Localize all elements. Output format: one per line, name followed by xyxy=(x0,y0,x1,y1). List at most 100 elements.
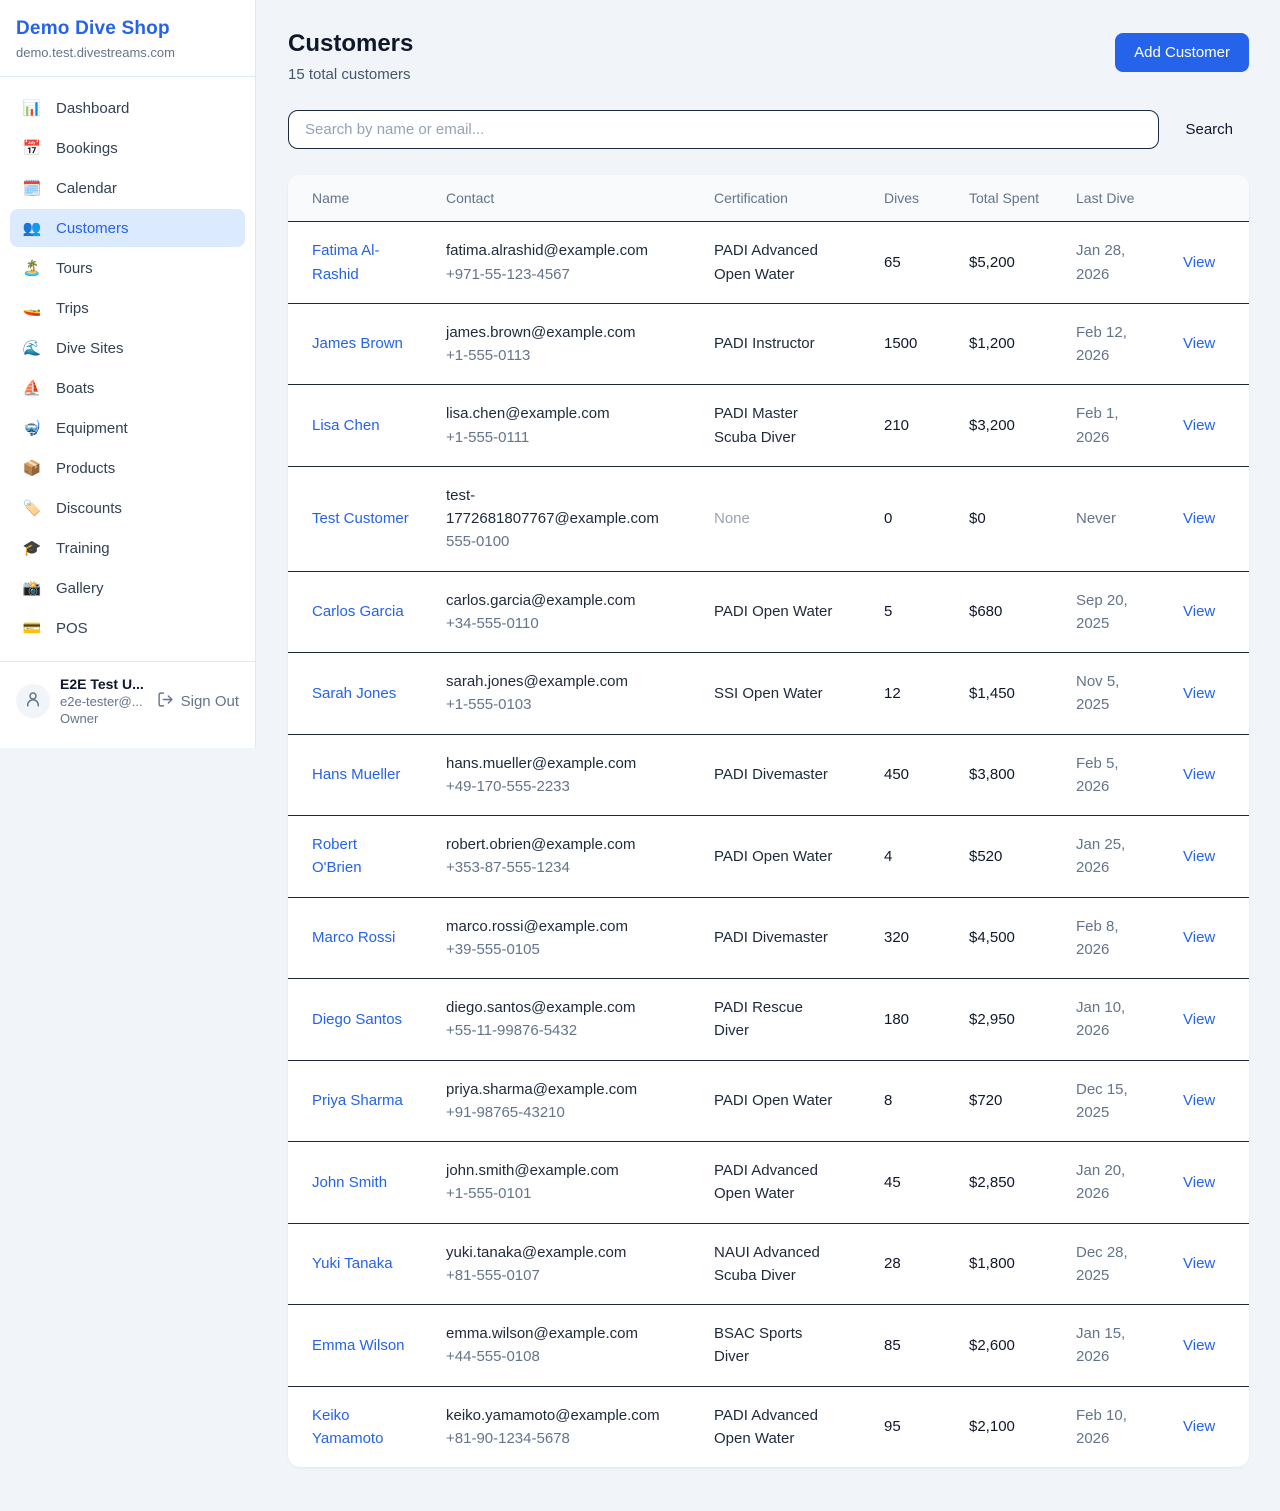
sidebar-item-tours[interactable]: 🏝️ Tours xyxy=(10,249,245,287)
log-out-icon xyxy=(157,691,174,712)
people-icon: 👥 xyxy=(22,219,42,237)
customer-contact: robert.obrien@example.com +353-87-555-12… xyxy=(434,816,702,898)
customer-last-dive: Nov 5, 2025 xyxy=(1064,653,1171,735)
customer-name-link[interactable]: Sarah Jones xyxy=(312,685,396,702)
sidebar-item-equipment[interactable]: 🤿 Equipment xyxy=(10,409,245,447)
credit-card-icon: 💳 xyxy=(22,619,42,637)
customer-phone: 555-0100 xyxy=(446,530,678,553)
customer-email: keiko.yamamoto@example.com xyxy=(446,1404,678,1427)
diving-mask-icon: 🤿 xyxy=(22,419,42,437)
view-link[interactable]: View xyxy=(1183,417,1215,434)
sidebar-item-dashboard[interactable]: 📊 Dashboard xyxy=(10,89,245,127)
sidebar-item-pos[interactable]: 💳 POS xyxy=(10,609,245,647)
customer-name-link[interactable]: Hans Mueller xyxy=(312,766,400,783)
view-link[interactable]: View xyxy=(1183,848,1215,865)
customer-certification: PADI Advanced Open Water xyxy=(702,222,872,304)
customer-email: fatima.alrashid@example.com xyxy=(446,239,678,262)
customer-dives: 8 xyxy=(872,1060,957,1142)
customer-last-dive: Feb 8, 2026 xyxy=(1064,897,1171,979)
customer-last-dive: Dec 28, 2025 xyxy=(1064,1223,1171,1305)
customer-name-link[interactable]: Robert O'Brien xyxy=(312,836,362,876)
table-row: Marco Rossi marco.rossi@example.com +39-… xyxy=(288,897,1249,979)
view-link[interactable]: View xyxy=(1183,1255,1215,1272)
view-link[interactable]: View xyxy=(1183,1418,1215,1435)
view-link[interactable]: View xyxy=(1183,1092,1215,1109)
customer-phone: +1-555-0101 xyxy=(446,1182,678,1205)
customer-name-link[interactable]: Diego Santos xyxy=(312,1011,402,1028)
customer-last-dive: Feb 1, 2026 xyxy=(1064,385,1171,467)
search-button[interactable]: Search xyxy=(1169,113,1249,146)
customer-phone: +81-90-1234-5678 xyxy=(446,1427,678,1450)
page-header: Customers 15 total customers Add Custome… xyxy=(288,30,1249,83)
sidebar-item-label: Discounts xyxy=(56,500,122,517)
customer-certification: PADI Rescue Diver xyxy=(702,979,872,1061)
table-row: Fatima Al-Rashid fatima.alrashid@example… xyxy=(288,222,1249,304)
customer-email: james.brown@example.com xyxy=(446,321,678,344)
sailboat-icon: ⛵ xyxy=(22,379,42,397)
customer-contact: priya.sharma@example.com +91-98765-43210 xyxy=(434,1060,702,1142)
table-row: Hans Mueller hans.mueller@example.com +4… xyxy=(288,734,1249,816)
customer-name-link[interactable]: Lisa Chen xyxy=(312,417,380,434)
customer-total-spent: $3,200 xyxy=(957,385,1064,467)
customer-last-dive: Jan 15, 2026 xyxy=(1064,1305,1171,1387)
customer-email: sarah.jones@example.com xyxy=(446,670,678,693)
calendar-icon: 📅 xyxy=(22,139,42,157)
view-link[interactable]: View xyxy=(1183,335,1215,352)
sidebar-item-bookings[interactable]: 📅 Bookings xyxy=(10,129,245,167)
sign-out-button[interactable]: Sign Out xyxy=(157,691,239,712)
customer-contact: emma.wilson@example.com +44-555-0108 xyxy=(434,1305,702,1387)
customer-name-link[interactable]: Priya Sharma xyxy=(312,1092,403,1109)
sidebar-item-dive-sites[interactable]: 🌊 Dive Sites xyxy=(10,329,245,367)
customer-dives: 65 xyxy=(872,222,957,304)
view-link[interactable]: View xyxy=(1183,929,1215,946)
customer-certification: PADI Advanced Open Water xyxy=(702,1142,872,1224)
customer-name-link[interactable]: Fatima Al-Rashid xyxy=(312,242,380,282)
customer-contact: sarah.jones@example.com +1-555-0103 xyxy=(434,653,702,735)
view-link[interactable]: View xyxy=(1183,254,1215,271)
add-customer-button[interactable]: Add Customer xyxy=(1115,33,1249,72)
search-input[interactable] xyxy=(288,110,1159,149)
customer-last-dive: Feb 10, 2026 xyxy=(1064,1386,1171,1467)
customer-phone: +1-555-0111 xyxy=(446,426,678,449)
view-link[interactable]: View xyxy=(1183,603,1215,620)
sidebar-item-products[interactable]: 📦 Products xyxy=(10,449,245,487)
camera-icon: 📸 xyxy=(22,579,42,597)
customer-name-link[interactable]: John Smith xyxy=(312,1174,387,1191)
customers-table: Name Contact Certification Dives Total S… xyxy=(288,175,1249,1467)
customer-name-link[interactable]: Carlos Garcia xyxy=(312,603,404,620)
customer-name-link[interactable]: Emma Wilson xyxy=(312,1337,405,1354)
customer-name-link[interactable]: James Brown xyxy=(312,335,403,352)
sidebar-item-trips[interactable]: 🚤 Trips xyxy=(10,289,245,327)
sidebar-item-gallery[interactable]: 📸 Gallery xyxy=(10,569,245,607)
table-body: Fatima Al-Rashid fatima.alrashid@example… xyxy=(288,222,1249,1467)
sidebar-item-label: Boats xyxy=(56,380,94,397)
customer-name-link[interactable]: Test Customer xyxy=(312,510,409,527)
customer-name-link[interactable]: Yuki Tanaka xyxy=(312,1255,393,1272)
sidebar-item-label: Equipment xyxy=(56,420,128,437)
customer-last-dive: Never xyxy=(1064,466,1171,571)
customer-total-spent: $3,800 xyxy=(957,734,1064,816)
sidebar-item-calendar[interactable]: 🗓️ Calendar xyxy=(10,169,245,207)
view-link[interactable]: View xyxy=(1183,766,1215,783)
view-link[interactable]: View xyxy=(1183,1011,1215,1028)
view-link[interactable]: View xyxy=(1183,1337,1215,1354)
customer-name-link[interactable]: Keiko Yamamoto xyxy=(312,1407,383,1447)
view-link[interactable]: View xyxy=(1183,1174,1215,1191)
customer-certification: PADI Master Scuba Diver xyxy=(702,385,872,467)
sidebar-item-customers[interactable]: 👥 Customers xyxy=(10,209,245,247)
customer-name-link[interactable]: Marco Rossi xyxy=(312,929,395,946)
sidebar-item-discounts[interactable]: 🏷️ Discounts xyxy=(10,489,245,527)
sidebar-item-label: POS xyxy=(56,620,88,637)
column-header-total-spent: Total Spent xyxy=(957,175,1064,222)
sidebar-item-label: Dashboard xyxy=(56,100,129,117)
bar-chart-icon: 📊 xyxy=(22,99,42,117)
view-link[interactable]: View xyxy=(1183,510,1215,527)
view-link[interactable]: View xyxy=(1183,685,1215,702)
customer-email: hans.mueller@example.com xyxy=(446,752,678,775)
customer-total-spent: $1,200 xyxy=(957,303,1064,385)
customer-last-dive: Jan 28, 2026 xyxy=(1064,222,1171,304)
customer-email: carlos.garcia@example.com xyxy=(446,589,678,612)
sidebar-item-boats[interactable]: ⛵ Boats xyxy=(10,369,245,407)
customer-dives: 28 xyxy=(872,1223,957,1305)
sidebar-item-training[interactable]: 🎓 Training xyxy=(10,529,245,567)
